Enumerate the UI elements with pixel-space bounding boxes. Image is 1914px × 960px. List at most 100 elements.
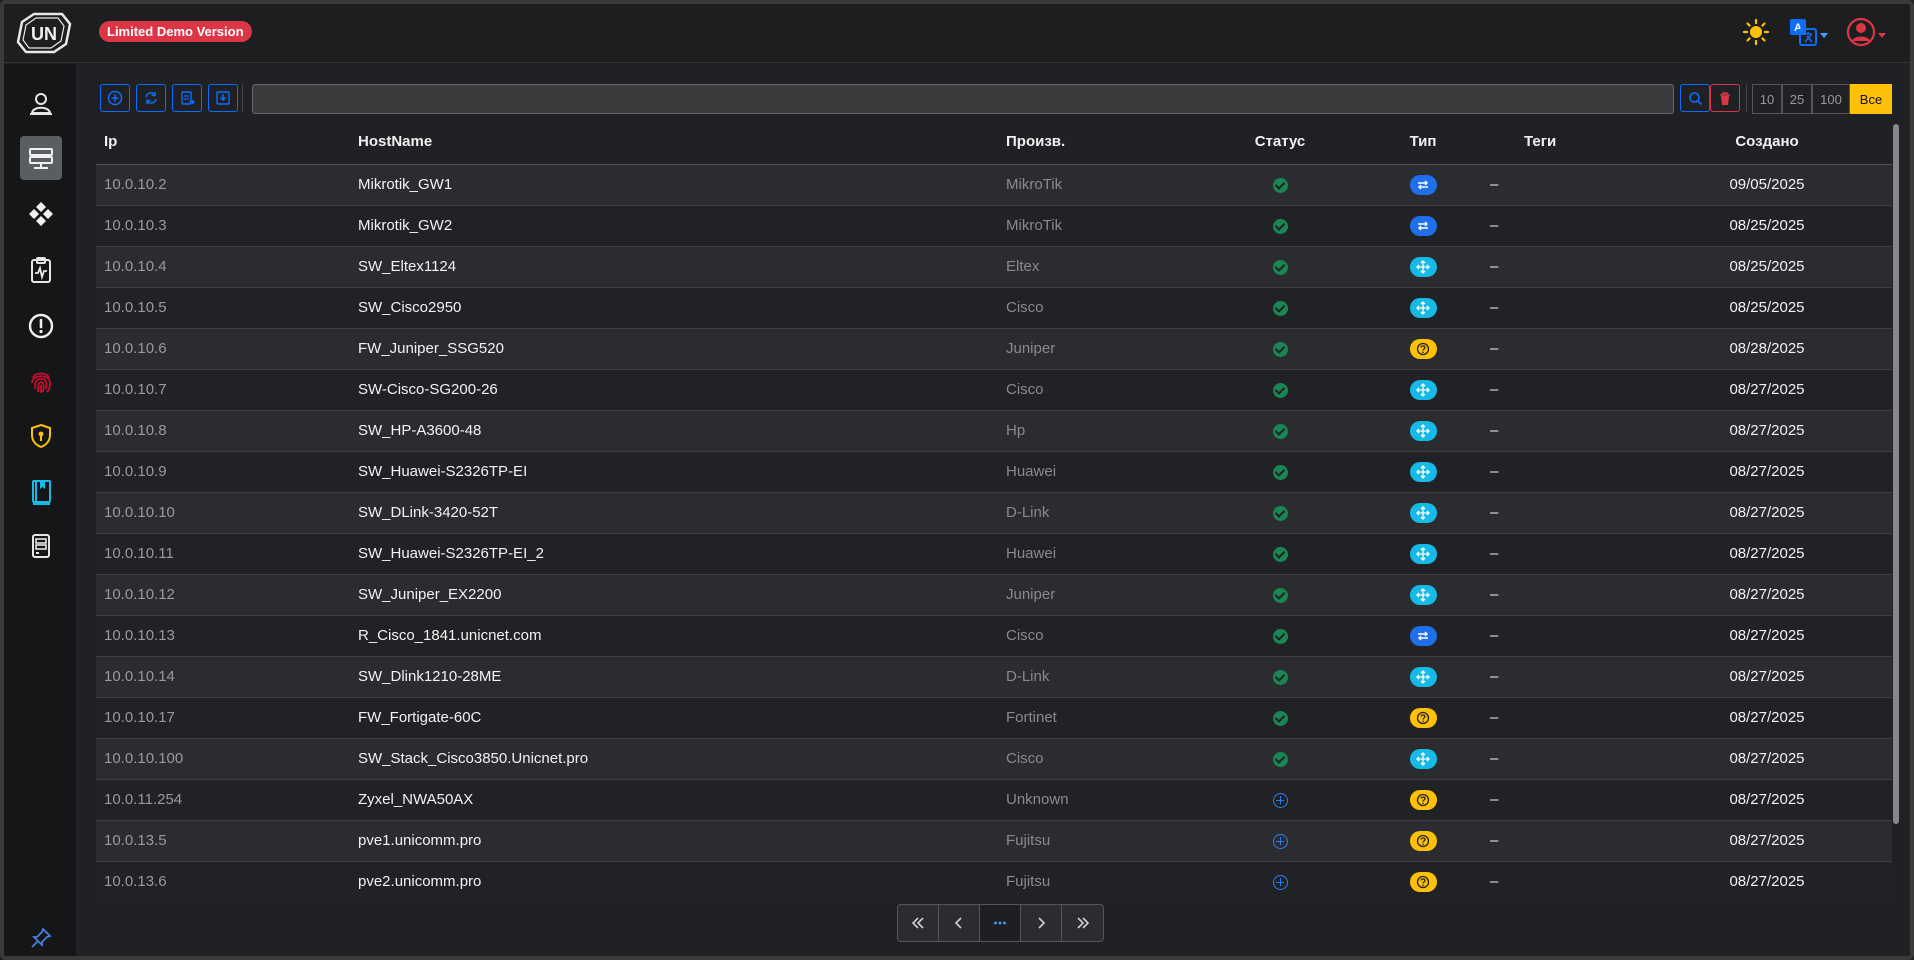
table-row[interactable]: 10.0.10.100 SW_Stack_Cisco3850.Unicnet.pr… [96,738,1892,780]
cell-hostname[interactable]: Zyxel_NWA50AX [350,779,998,821]
page-size-all-button[interactable]: Все [1850,84,1892,114]
more-pages-button[interactable] [980,905,1021,941]
cell-type [1362,574,1484,616]
next-page-button[interactable] [1021,905,1062,941]
table-row[interactable]: 10.0.13.6 pve2.unicomm.pro Fujitsu –08/27/2… [96,861,1892,902]
table-row[interactable]: 10.0.10.13 R_Cisco_1841.unicnet.com Cisco –… [96,615,1892,657]
table-row[interactable]: 10.0.10.11 SW_Huawei-S2326TP-EI_2 Huawei –0… [96,533,1892,575]
status-add-icon[interactable] [1272,792,1288,808]
cell-hostname[interactable]: SW_Eltex1124 [350,246,998,288]
cell-vendor: MikroTik [998,205,1198,247]
table-toolbar: 10 25 100 Все [96,82,1901,114]
search-button[interactable] [1680,84,1710,112]
cell-tags: – [1484,820,1642,862]
table-row[interactable]: 10.0.10.6 FW_Juniper_SSG520 Juniper –08/28/… [96,328,1892,370]
cell-hostname[interactable]: pve2.unicomm.pro [350,861,998,902]
column-header-created[interactable]: Создано [1642,120,1892,165]
refresh-button[interactable] [136,84,166,112]
theme-toggle-button[interactable] [1742,18,1770,46]
table-row[interactable]: 10.0.13.5 pve1.unicomm.pro Fujitsu –08/27/2… [96,820,1892,862]
cell-hostname[interactable]: SW_Dlink1210-28ME [350,656,998,698]
table-row[interactable]: 10.0.10.5 SW_Cisco2950 Cisco –08/25/2025 [96,287,1892,329]
user-menu-dropdown[interactable] [1846,17,1886,47]
table-row[interactable]: 10.0.10.3 Mikrotik_GW2 MikroTik –08/25/2025 [96,205,1892,247]
cell-vendor: Huawei [998,451,1198,493]
sidebar-item-fingerprint[interactable] [20,360,62,404]
status-add-icon[interactable] [1272,874,1288,890]
cell-status [1198,492,1362,534]
top-actions: A [1742,17,1886,47]
cell-hostname[interactable]: Mikrotik_GW1 [350,164,998,206]
table-row[interactable]: 10.0.10.9 SW_Huawei-S2326TP-EI Huawei –08/2… [96,451,1892,493]
column-header-status[interactable]: Статус [1198,120,1362,165]
cell-hostname[interactable]: R_Cisco_1841.unicnet.com [350,615,998,657]
unknown-type-icon [1409,871,1437,892]
cell-hostname[interactable]: FW_Juniper_SSG520 [350,328,998,370]
router-type-icon [1409,625,1437,646]
column-header-ip[interactable]: Ip [96,120,350,165]
column-header-hostname[interactable]: HostName [350,120,998,165]
column-header-type[interactable]: Тип [1362,120,1484,165]
cell-hostname[interactable]: SW_Stack_Cisco3850.Unicnet.pro [350,738,998,780]
cell-hostname[interactable]: SW_Huawei-S2326TP-EI_2 [350,533,998,575]
cell-status [1198,328,1362,370]
cell-hostname[interactable]: pve1.unicomm.pro [350,820,998,862]
cell-hostname[interactable]: SW-Cisco-SG200-26 [350,369,998,411]
sidebar-item-security[interactable] [20,414,62,458]
cell-status [1198,615,1362,657]
cell-hostname[interactable]: Mikrotik_GW2 [350,205,998,247]
table-row[interactable]: 10.0.10.4 SW_Eltex1124 Eltex –08/25/2025 [96,246,1892,288]
app-logo-icon[interactable]: UN [14,10,74,56]
table-row[interactable]: 10.0.10.10 SW_DLink-3420-52T D-Link –08/27/… [96,492,1892,534]
sidebar-item-users[interactable] [20,82,62,126]
cell-vendor: D-Link [998,492,1198,534]
switch-type-icon [1409,584,1437,605]
table-row[interactable]: 10.0.11.254 Zyxel_NWA50AX Unknown –08/27/20… [96,779,1892,821]
column-header-vendor[interactable]: Произв. [998,120,1198,165]
sidebar-item-server[interactable] [20,524,62,568]
cell-created: 08/27/2025 [1642,410,1892,452]
first-page-button[interactable] [898,905,939,941]
last-page-button[interactable] [1062,905,1103,941]
cell-vendor: Fujitsu [998,820,1198,862]
table-scrollbar[interactable] [1893,124,1899,824]
sidebar-item-docs[interactable] [20,470,62,514]
table-row[interactable]: 10.0.10.8 SW_HP-A3600-48 Hp –08/27/2025 [96,410,1892,452]
table-row[interactable]: 10.0.10.12 SW_Juniper_EX2200 Juniper –08/27… [96,574,1892,616]
cell-vendor: D-Link [998,656,1198,698]
add-device-button[interactable] [100,84,130,112]
table-row[interactable]: 10.0.10.7 SW-Cisco-SG200-26 Cisco –08/27/20… [96,369,1892,411]
search-input[interactable] [252,84,1674,114]
page-size-25-button[interactable]: 25 [1782,84,1812,114]
prev-page-button[interactable] [939,905,980,941]
table-row[interactable]: 10.0.10.17 FW_Fortigate-60C Fortinet –08/27… [96,697,1892,739]
devices-table-container: Ip HostName Произв. Статус Тип Теги Созд… [96,120,1892,902]
table-row[interactable]: 10.0.10.2 Mikrotik_GW1 MikroTik –09/05/2025 [96,164,1892,206]
status-add-icon[interactable] [1272,833,1288,849]
cell-created: 08/27/2025 [1642,492,1892,534]
cell-hostname[interactable]: SW_DLink-3420-52T [350,492,998,534]
cell-hostname[interactable]: SW_HP-A3600-48 [350,410,998,452]
page-size-10-button[interactable]: 10 [1752,84,1782,114]
cell-hostname[interactable]: SW_Juniper_EX2200 [350,574,998,616]
sidebar-item-modules[interactable] [20,192,62,236]
cell-tags: – [1484,615,1642,657]
clear-search-button[interactable] [1710,84,1740,112]
pin-icon [31,927,52,948]
cell-type [1362,656,1484,698]
sidebar-item-alerts[interactable] [20,304,62,348]
table-row[interactable]: 10.0.10.14 SW_Dlink1210-28ME D-Link –08/27/… [96,656,1892,698]
unknown-type-icon [1409,830,1437,851]
export-button[interactable] [172,84,202,112]
sidebar-pin-button[interactable] [20,916,62,956]
language-dropdown[interactable]: A [1788,17,1828,47]
page-size-100-button[interactable]: 100 [1812,84,1850,114]
sidebar-item-monitoring[interactable] [20,248,62,292]
switch-type-icon [1409,461,1437,482]
cell-hostname[interactable]: SW_Cisco2950 [350,287,998,329]
import-button[interactable] [208,84,238,112]
column-header-tags[interactable]: Теги [1484,120,1642,165]
sidebar-item-network-devices[interactable] [20,136,62,180]
cell-hostname[interactable]: SW_Huawei-S2326TP-EI [350,451,998,493]
cell-hostname[interactable]: FW_Fortigate-60C [350,697,998,739]
